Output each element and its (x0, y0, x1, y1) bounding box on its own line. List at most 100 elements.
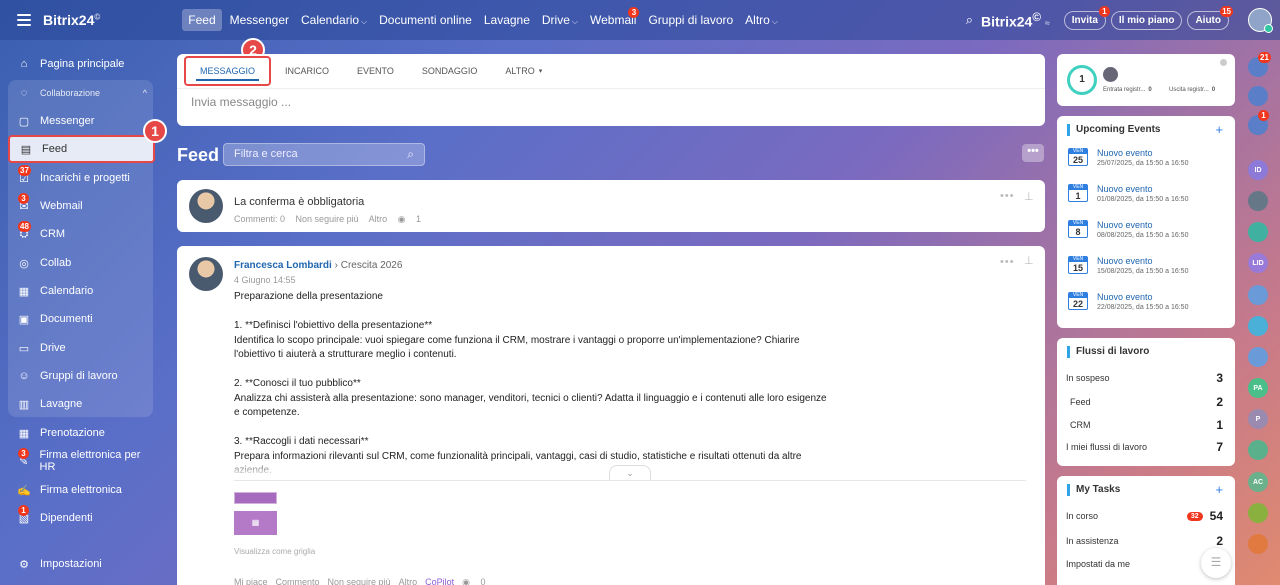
unfollow-link[interactable]: Non seguire più (296, 214, 359, 224)
sidebar-item-collaborazione[interactable]: ◌ Collaborazione ^ (8, 79, 155, 107)
event-item[interactable]: VEN 25 Nuovo evento 25/07/2025, da 15:50 a … (1068, 148, 1228, 178)
composer-tab-evento[interactable]: EVENTO (343, 54, 408, 88)
rail-icon[interactable] (1248, 347, 1268, 367)
composer-tab-sondaggio[interactable]: SONDAGGIO (408, 54, 492, 88)
sidebar-item-drive[interactable]: ▭ Drive (8, 334, 155, 362)
my-plan-button[interactable]: Il mio piano (1110, 10, 1183, 30)
post-action-mi-piace[interactable]: Mi piace (234, 577, 268, 585)
sidebar-item-firma-elettronica[interactable]: ✍ Firma elettronica (8, 476, 155, 504)
rail-icon[interactable]: LID (1248, 253, 1268, 273)
rail-icon[interactable] (1248, 285, 1268, 305)
post-date[interactable]: 4 Giugno 14:55 (234, 275, 296, 285)
add-task-icon[interactable]: + (1215, 482, 1223, 497)
message-input[interactable]: Invia messaggio ... (177, 88, 1045, 115)
post-action-commento[interactable]: Commento (276, 577, 320, 585)
top-nav-item-messenger[interactable]: Messenger (230, 13, 289, 27)
comments-count[interactable]: Commenti: 0 (234, 214, 285, 224)
chevron-up-icon[interactable]: ^ (143, 88, 147, 98)
post-title[interactable]: La conferma è obbligatoria (234, 196, 364, 208)
timeman-counter[interactable]: 1 (1067, 65, 1097, 95)
rail-icon[interactable] (1248, 86, 1268, 106)
workflow-row[interactable]: Feed 2 (1070, 395, 1223, 409)
composer-tab-incarico[interactable]: INCARICO (271, 54, 343, 88)
top-nav-item-altro[interactable]: Altro ⌵ (745, 13, 778, 27)
pin-icon[interactable]: ⊥ (1024, 254, 1035, 267)
rail-icon[interactable] (1248, 503, 1268, 523)
sidebar-item-feed[interactable]: ▤ Feed (8, 135, 155, 163)
rail-icon[interactable]: AC (1248, 472, 1268, 492)
search-icon[interactable]: ⌕ (966, 12, 973, 28)
rail-icon[interactable] (1248, 191, 1268, 211)
rail-icon[interactable] (1248, 222, 1268, 242)
expand-post-button[interactable]: ⌄ (609, 465, 651, 481)
sidebar-item-pagina-principale[interactable]: ⌂ Pagina principale (8, 50, 155, 78)
workflow-row[interactable]: CRM 1 (1070, 418, 1223, 432)
top-nav-item-documenti-online[interactable]: Documenti online (379, 13, 472, 27)
top-nav-item-drive[interactable]: Drive ⌵ (542, 13, 578, 27)
invite-button[interactable]: Invita 1 (1063, 5, 1110, 30)
event-name[interactable]: Nuovo evento (1097, 292, 1153, 302)
rail-icon[interactable]: PA (1248, 378, 1268, 398)
sidebar-item-firma-elettronica-per-hr[interactable]: ✎ 3 Firma elettronica per HR (8, 447, 155, 475)
rail-icon[interactable]: P (1248, 409, 1268, 429)
post-menu-icon[interactable]: ••• (1000, 190, 1015, 202)
quick-menu-button[interactable]: ☰ (1201, 548, 1231, 578)
group-link[interactable]: Crescita 2026 (341, 260, 403, 271)
top-nav-item-feed[interactable]: Feed (182, 9, 222, 31)
sidebar-item-lavagne[interactable]: ▥ Lavagne (8, 390, 155, 418)
rail-icon[interactable] (1248, 316, 1268, 336)
sidebar-item-calendario[interactable]: ▦ Calendario (8, 277, 155, 305)
task-row[interactable]: In corso 32 54 (1066, 509, 1223, 523)
event-name[interactable]: Nuovo evento (1097, 220, 1153, 230)
sidebar-item-gruppi-di-lavoro[interactable]: ☺ Gruppi di lavoro (8, 362, 155, 390)
top-nav-item-calendario[interactable]: Calendario ⌵ (301, 13, 367, 27)
sidebar-item-webmail[interactable]: ✉ 3 Webmail (8, 192, 155, 220)
sidebar-item-incarichi-e-progetti[interactable]: ☑ 37 Incarichi e progetti (8, 164, 155, 192)
post-action-altro[interactable]: Altro (399, 577, 418, 585)
event-item[interactable]: VEN 8 Nuovo evento 08/08/2025, da 15:50 a 1… (1068, 220, 1228, 250)
copilot-button[interactable]: CoPilot (425, 577, 454, 585)
image-thumbnail[interactable] (234, 492, 277, 504)
rail-icon[interactable] (1248, 534, 1268, 554)
pin-icon[interactable]: ⊥ (1024, 190, 1035, 203)
author-link[interactable]: Francesca Lombardi (234, 260, 332, 271)
feed-search-input[interactable]: Filtra e cerca ⌕ (223, 143, 425, 166)
grid-view-link[interactable]: Visualizza come griglia (234, 547, 315, 556)
menu-icon[interactable] (17, 14, 33, 26)
event-item[interactable]: VEN 1 Nuovo evento 01/08/2025, da 15:50 a 1… (1068, 184, 1228, 214)
add-event-icon[interactable]: + (1215, 122, 1223, 137)
top-nav-item-webmail[interactable]: Webmail 3 (590, 7, 640, 27)
event-name[interactable]: Nuovo evento (1097, 148, 1153, 158)
rail-icon[interactable]: ID (1248, 160, 1268, 180)
composer-tab-altro[interactable]: ALTRO ▾ (491, 54, 556, 88)
post-action-non-seguire-più[interactable]: Non seguire più (328, 577, 391, 585)
sidebar-item-prenotazione[interactable]: ▦ Prenotazione (8, 419, 155, 447)
event-item[interactable]: VEN 22 Nuovo evento 22/08/2025, da 15:50 a … (1068, 292, 1228, 322)
sidebar-item-collab[interactable]: ◎ Collab (8, 249, 155, 277)
sidebar-item-messenger[interactable]: ▢ Messenger (8, 107, 155, 135)
post-menu-icon[interactable]: ••• (1000, 256, 1015, 268)
event-name[interactable]: Nuovo evento (1097, 256, 1153, 266)
post-author-avatar[interactable] (189, 257, 223, 291)
composer-tab-messaggio[interactable]: MESSAGGIO (184, 56, 272, 86)
image-thumbnail[interactable]: ▦ (234, 511, 277, 535)
workflow-row[interactable]: In sospeso 3 (1066, 371, 1223, 385)
feed-more-button[interactable]: ••• (1022, 144, 1044, 162)
user-avatar[interactable] (1248, 8, 1273, 33)
more-link[interactable]: Altro (369, 214, 388, 224)
sidebar-item-documenti[interactable]: ▣ Documenti (8, 305, 155, 333)
brand-logo[interactable]: Bitrix24© (43, 12, 100, 28)
timezone-icon[interactable]: ≈ (1045, 18, 1050, 28)
top-nav-item-gruppi-di-lavoro[interactable]: Gruppi di lavoro (648, 13, 733, 27)
sidebar-item-impostazioni[interactable]: ⚙ Impostazioni (8, 550, 155, 578)
help-button[interactable]: Aiuto 15 (1187, 5, 1233, 30)
event-item[interactable]: VEN 15 Nuovo evento 15/08/2025, da 15:50 a … (1068, 256, 1228, 286)
sidebar-item-dipendenti[interactable]: ▧ 1 Dipendenti (8, 504, 155, 532)
event-name[interactable]: Nuovo evento (1097, 184, 1153, 194)
rail-icon[interactable] (1248, 440, 1268, 460)
post-author-avatar[interactable] (189, 189, 223, 223)
sidebar-item-crm[interactable]: ⛭ 48 CRM (8, 220, 155, 248)
task-row[interactable]: In assistenza 2 (1066, 534, 1223, 548)
settings-icon[interactable] (1220, 59, 1227, 66)
workflow-row[interactable]: I miei flussi di lavoro 7 (1066, 440, 1223, 454)
